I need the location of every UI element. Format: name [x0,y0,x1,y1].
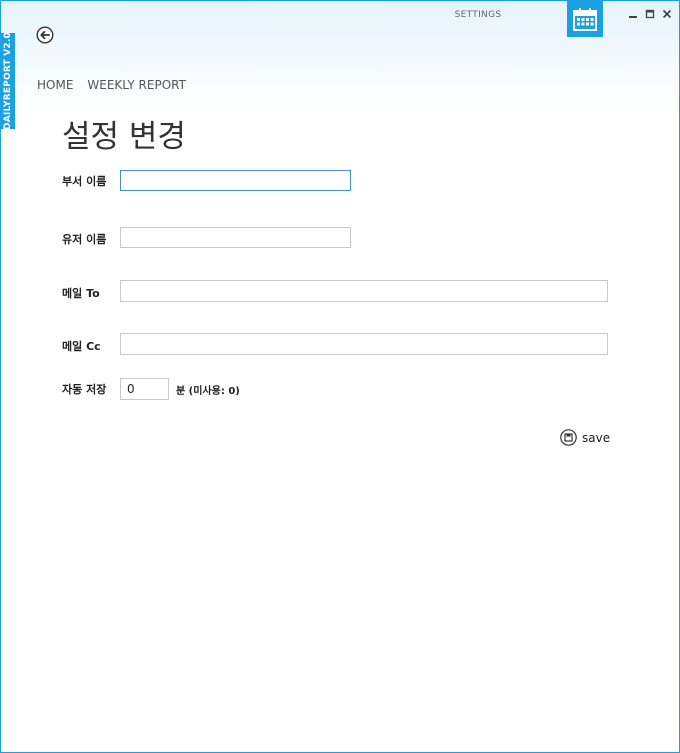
minimize-icon [629,16,637,18]
close-icon [662,9,672,19]
back-button[interactable] [36,26,54,44]
app-version-tab: DAILYREPORT V2.0 [1,32,15,130]
autosave-label: 자동 저장 [62,383,107,396]
user-label: 유저 이름 [62,233,107,246]
floppy-disk-icon [560,429,577,446]
app-window: SETTINGS DAILYREPORT V2.0 HOME WEEKLY RE… [0,0,680,753]
user-input[interactable] [120,227,351,248]
save-button[interactable]: save [560,429,610,446]
app-version-label: DAILYREPORT V2.0 [3,32,13,130]
arrow-left-circle-icon [36,26,54,44]
window-title: SETTINGS [454,10,502,20]
save-label: save [582,430,611,445]
maximize-icon [645,9,655,19]
close-button[interactable] [661,7,673,21]
autosave-minutes-input[interactable] [120,378,169,400]
mail-cc-input[interactable] [120,333,608,355]
app-icon-tile [567,1,603,37]
window-controls [627,7,673,21]
maximize-button[interactable] [644,7,656,21]
minimize-button[interactable] [627,7,639,21]
nav-home[interactable]: HOME [37,78,73,92]
mail-to-label: 메일 To [62,287,100,300]
department-input[interactable] [120,170,351,191]
page-title: 설정 변경 [62,119,186,155]
top-nav: HOME WEEKLY REPORT [37,78,186,92]
department-label: 부서 이름 [62,175,107,188]
calendar-icon [573,8,597,31]
mail-cc-label: 메일 Cc [62,340,101,353]
mail-to-input[interactable] [120,280,608,302]
autosave-unit-note: 분 (미사용: 0) [176,386,240,397]
nav-weekly-report[interactable]: WEEKLY REPORT [87,78,186,92]
